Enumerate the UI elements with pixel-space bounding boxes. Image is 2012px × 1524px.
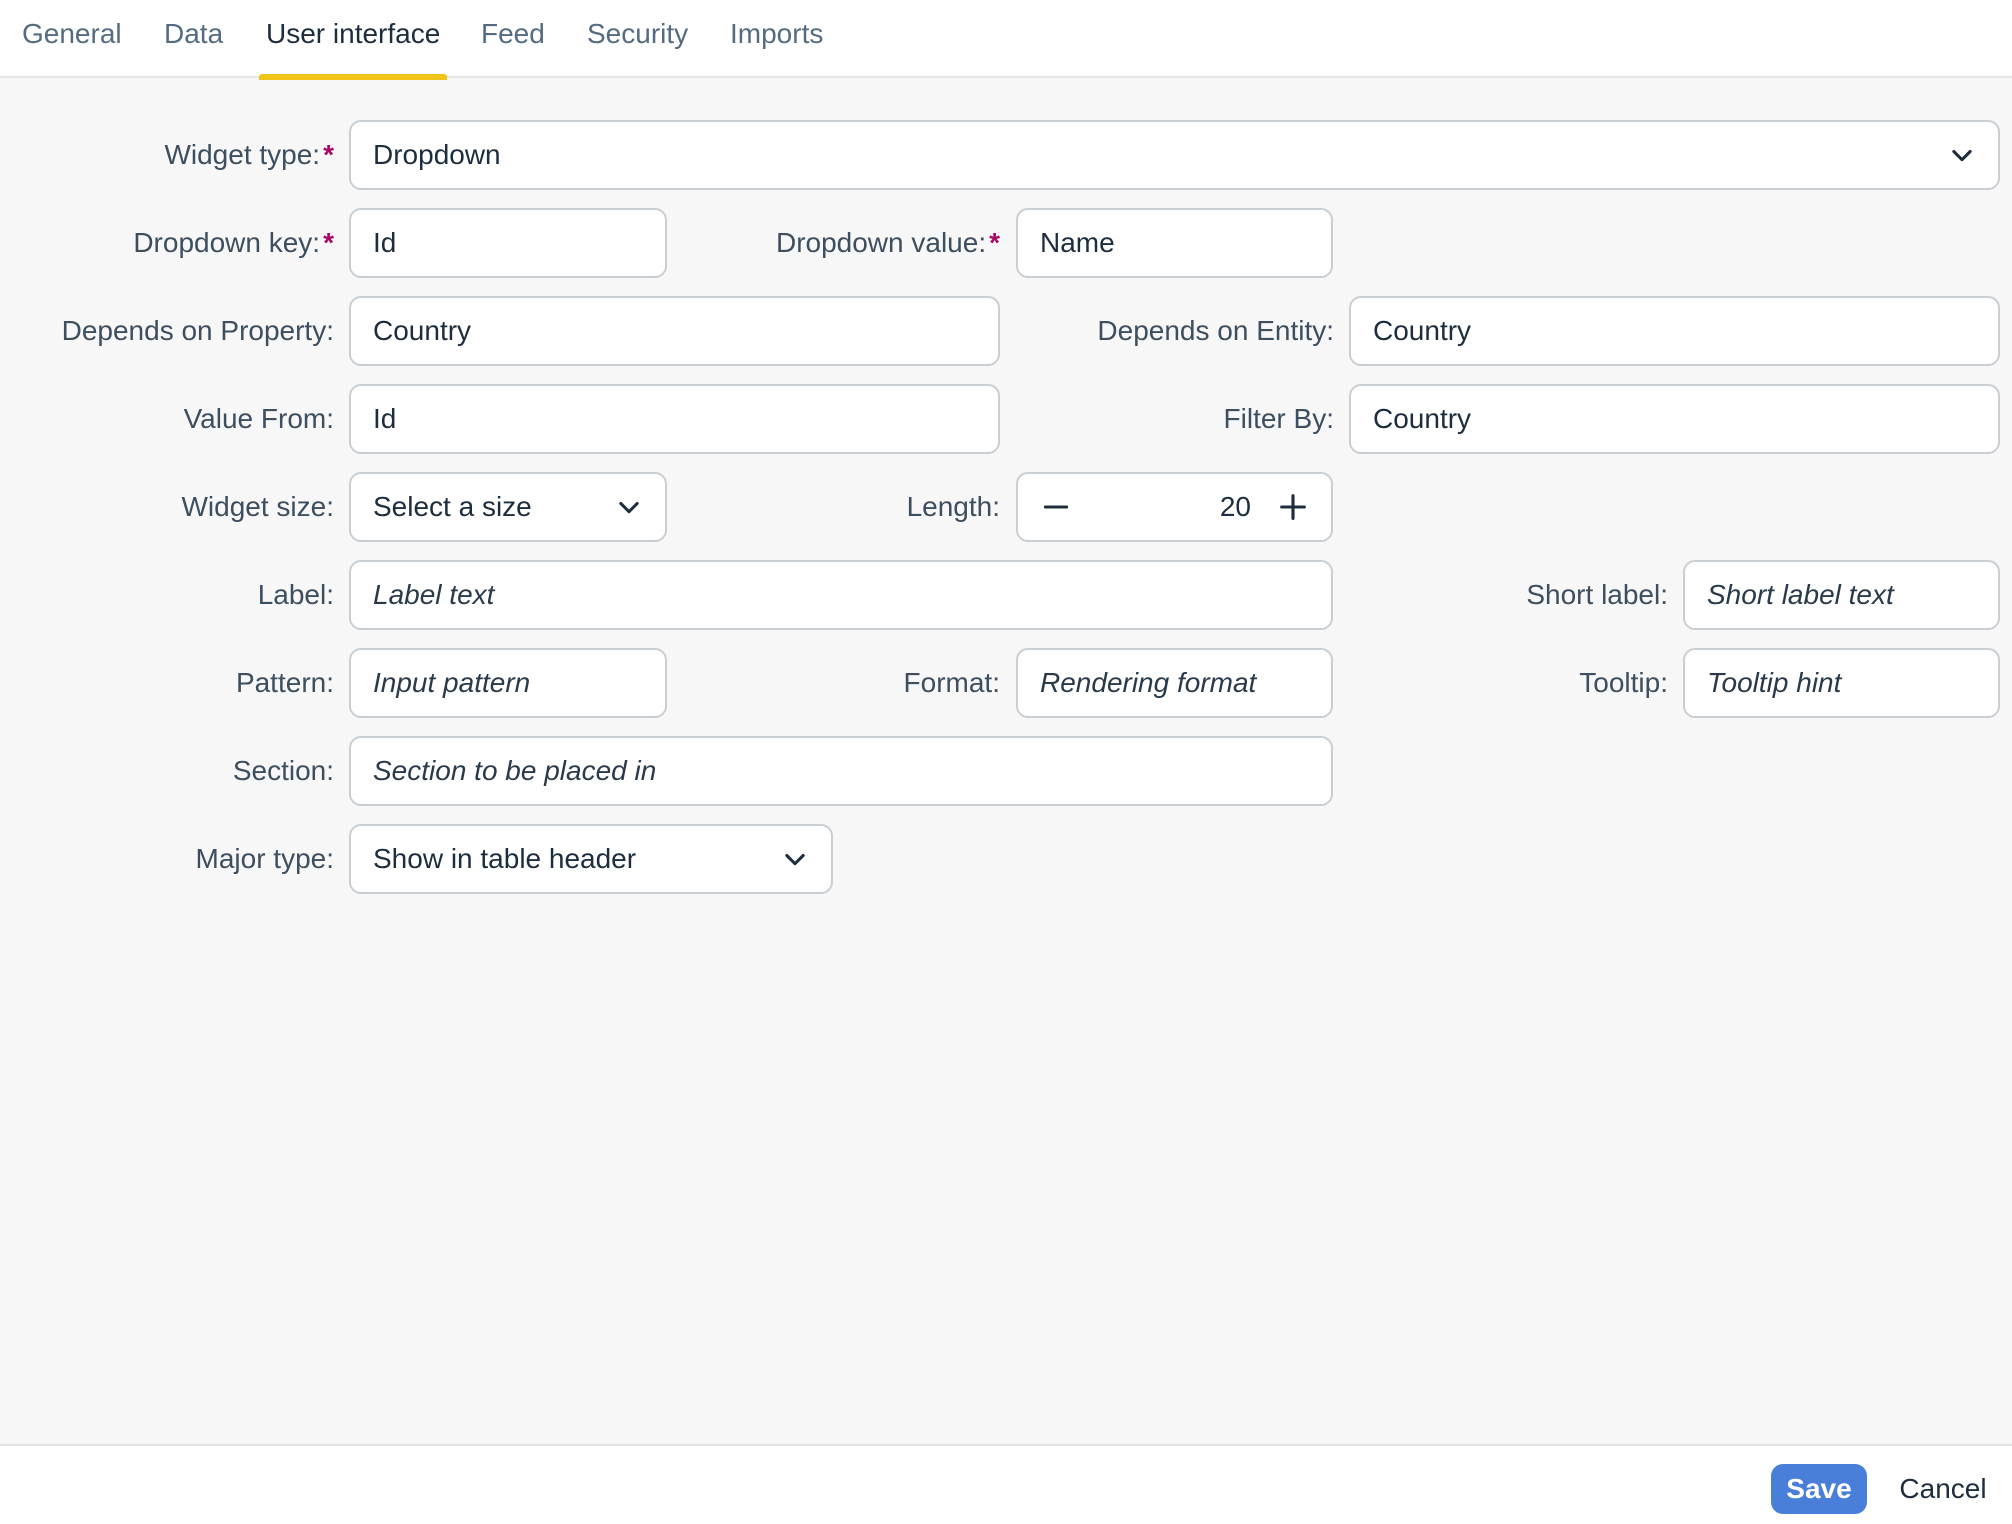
tooltip-placeholder: Tooltip hint: [1707, 667, 1842, 698]
chevron-down-icon: [619, 501, 639, 514]
depends-on-property-label: Depends on Property:: [61, 315, 334, 346]
tooltip-input[interactable]: Tooltip hint: [1683, 648, 2000, 718]
tab-general[interactable]: General: [15, 0, 129, 78]
dropdown-value-input[interactable]: Name: [1016, 208, 1333, 278]
section-input[interactable]: Section to be placed in: [349, 736, 1333, 806]
filter-by-input[interactable]: Country: [1349, 384, 2000, 454]
length-value[interactable]: 20: [1094, 491, 1255, 523]
value-from-input[interactable]: Id: [349, 384, 1000, 454]
label-field-label: Label:: [257, 579, 334, 610]
tab-user-interface[interactable]: User interface: [259, 0, 448, 80]
short-label-placeholder: Short label text: [1707, 579, 1894, 610]
dropdown-value-label: Dropdown value: *: [700, 208, 1000, 278]
format-label: Format:: [903, 667, 1000, 698]
required-mark: *: [989, 227, 1000, 258]
filter-by-label: Filter By:: [1223, 403, 1334, 434]
tab-bar: General Data User interface Feed Securit…: [0, 0, 2012, 80]
depends-on-entity-value: Country: [1373, 315, 1472, 346]
minus-icon: [1043, 505, 1069, 509]
dropdown-key-input[interactable]: Id: [349, 208, 667, 278]
short-label-input[interactable]: Short label text: [1683, 560, 2000, 630]
widget-size-select[interactable]: Select a size: [349, 472, 667, 542]
chevron-down-icon: [785, 853, 805, 866]
length-label: Length:: [906, 491, 1000, 522]
cancel-button[interactable]: Cancel: [1888, 1464, 1998, 1514]
dropdown-key-label-text: Dropdown key:: [133, 227, 321, 258]
tab-security[interactable]: Security: [580, 0, 695, 78]
depends-on-property-input[interactable]: Country: [349, 296, 1000, 366]
length-stepper[interactable]: 20: [1016, 472, 1333, 542]
decrement-button[interactable]: [1018, 474, 1094, 540]
tab-imports[interactable]: Imports: [723, 0, 830, 78]
widget-size-value: Select a size: [373, 491, 532, 522]
save-button[interactable]: Save: [1771, 1464, 1867, 1514]
depends-on-entity-label: Depends on Entity:: [1097, 315, 1334, 346]
pattern-placeholder: Input pattern: [373, 667, 531, 698]
widget-size-label: Widget size:: [181, 491, 335, 522]
section-label: Section:: [232, 755, 334, 786]
tooltip-label: Tooltip:: [1579, 667, 1668, 698]
short-label-label: Short label:: [1526, 579, 1668, 610]
section-placeholder: Section to be placed in: [373, 755, 657, 786]
dropdown-key-label: Dropdown key: *: [20, 208, 334, 278]
dropdown-value-label-text: Dropdown value:: [775, 227, 987, 258]
chevron-down-icon: [1952, 149, 1972, 162]
tab-feed[interactable]: Feed: [474, 0, 552, 78]
increment-button[interactable]: [1255, 474, 1331, 540]
major-type-label: Major type:: [195, 843, 335, 874]
depends-on-entity-input[interactable]: Country: [1349, 296, 2000, 366]
value-from-label: Value From:: [183, 403, 334, 434]
footer-bar: Save Cancel: [0, 1444, 2012, 1524]
pattern-label: Pattern:: [235, 667, 334, 698]
label-input[interactable]: Label text: [349, 560, 1333, 630]
dropdown-value-value: Name: [1040, 227, 1115, 258]
required-mark: *: [323, 139, 334, 170]
tab-data[interactable]: Data: [157, 0, 230, 78]
app: General Data User interface Feed Securit…: [0, 0, 2012, 1524]
plus-icon: [1280, 494, 1306, 520]
dropdown-key-value: Id: [373, 227, 397, 258]
widget-type-value: Dropdown: [373, 139, 501, 170]
widget-type-label-text: Widget type:: [164, 139, 321, 170]
required-mark: *: [323, 227, 334, 258]
value-from-value: Id: [373, 403, 397, 434]
widget-type-label: Widget type: *: [20, 120, 334, 190]
major-type-select[interactable]: Show in table header: [349, 824, 833, 894]
filter-by-value: Country: [1373, 403, 1472, 434]
format-input[interactable]: Rendering format: [1016, 648, 1333, 718]
widget-type-select[interactable]: Dropdown: [349, 120, 2000, 190]
major-type-value: Show in table header: [373, 843, 637, 874]
format-placeholder: Rendering format: [1040, 667, 1257, 698]
label-placeholder: Label text: [373, 579, 495, 610]
pattern-input[interactable]: Input pattern: [349, 648, 667, 718]
depends-on-property-value: Country: [373, 315, 472, 346]
